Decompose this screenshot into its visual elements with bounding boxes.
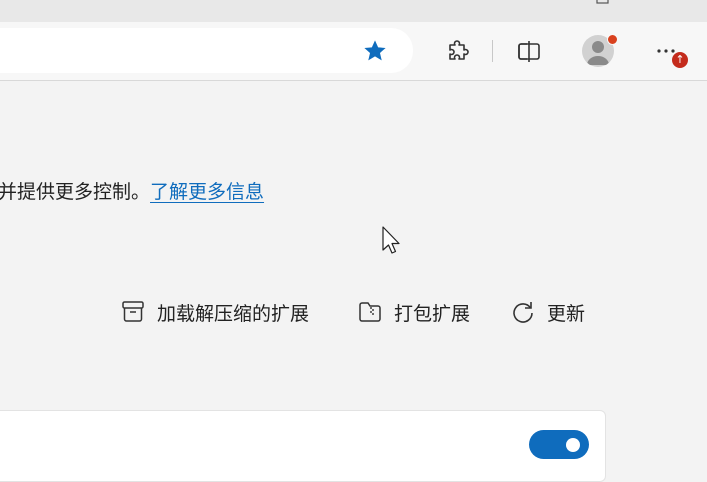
toolbar-divider xyxy=(492,40,493,62)
learn-more-link[interactable]: 了解更多信息 xyxy=(150,181,264,203)
description-label: 并提供更多控制。 xyxy=(0,181,151,203)
title-bar xyxy=(0,0,707,22)
toggle-knob xyxy=(566,438,580,452)
pack-extension-button[interactable]: 打包扩展 xyxy=(357,296,470,328)
load-unpacked-label: 加载解压缩的扩展 xyxy=(157,302,310,325)
update-button[interactable]: 更新 xyxy=(510,296,585,328)
update-label: 更新 xyxy=(547,302,586,325)
update-badge: ↑ xyxy=(671,51,689,69)
pack-extension-label: 打包扩展 xyxy=(394,302,471,325)
developer-mode-toggle[interactable] xyxy=(529,430,589,459)
description-text: 并提供更多控制。了解更多信息 xyxy=(0,177,264,204)
close-icon[interactable] xyxy=(665,0,683,5)
zip-icon xyxy=(359,302,381,322)
star-filled-icon[interactable] xyxy=(362,38,388,64)
restore-icon[interactable] xyxy=(596,0,610,4)
load-unpacked-button[interactable]: 加载解压缩的扩展 xyxy=(120,296,309,328)
puzzle-icon[interactable] xyxy=(442,36,472,66)
notification-dot xyxy=(607,34,618,45)
extensions-page xyxy=(0,81,707,464)
refresh-icon xyxy=(513,302,533,323)
archive-icon xyxy=(122,301,144,322)
split-screen-icon[interactable] xyxy=(514,36,544,66)
mouse-cursor-icon xyxy=(382,226,400,254)
developer-mode-card xyxy=(0,410,606,482)
address-bar[interactable] xyxy=(0,28,413,73)
